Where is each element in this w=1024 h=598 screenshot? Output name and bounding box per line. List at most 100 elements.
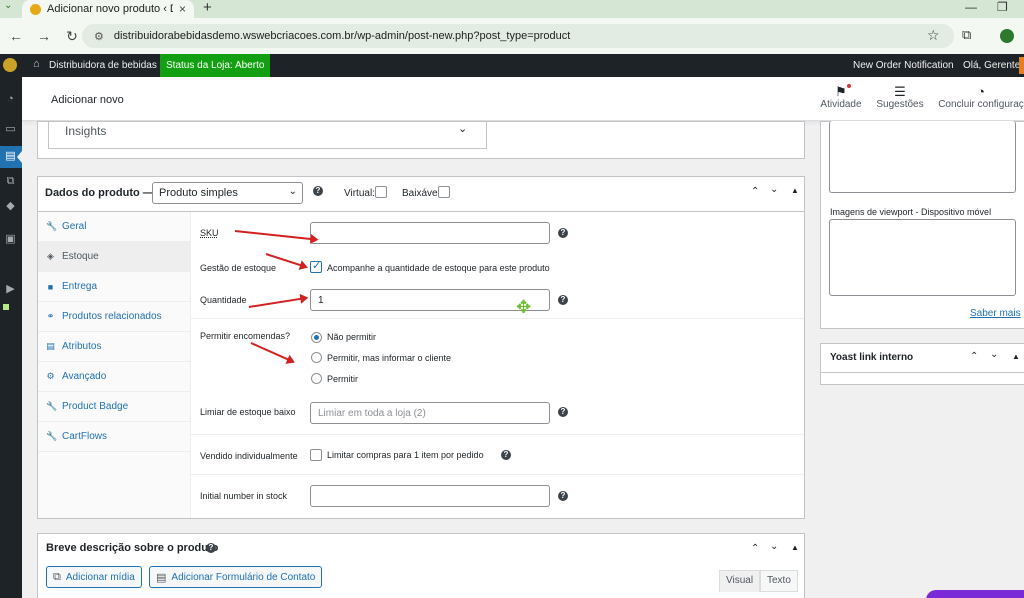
admin-bar-greeting[interactable]: Olá, Gerente [963, 60, 1020, 71]
extensions-icon[interactable]: ⧉ [962, 27, 971, 43]
add-media-label: Adicionar mídia [65, 571, 135, 583]
tab-general[interactable]: 🔧 Geral [38, 212, 191, 242]
restore-icon[interactable]: ❐ [997, 0, 1008, 14]
move-up-icon[interactable]: ⌃ [751, 543, 759, 554]
stock-management-checkbox[interactable] [310, 259, 322, 273]
play-icon[interactable]: ▶ [4, 284, 17, 295]
back-button[interactable]: ← [4, 28, 28, 44]
help-icon[interactable]: ? [558, 491, 568, 501]
new-order-notification[interactable]: New Order Notification [853, 60, 954, 71]
forward-button[interactable]: → [32, 28, 56, 44]
desktop-viewport-field[interactable] [829, 121, 1016, 193]
media-icon[interactable]: ⧉ [4, 176, 17, 187]
mobile-viewport-field[interactable] [829, 219, 1016, 296]
product-type-select[interactable]: Produto simples ⌄ [152, 182, 303, 204]
tab-visual[interactable]: Visual [719, 570, 761, 592]
minimize-icon[interactable]: — [965, 0, 977, 14]
help-icon[interactable]: ? [558, 295, 568, 305]
low-stock-input[interactable]: Limiar em toda a loja (2) [310, 402, 550, 424]
downloadable-checkbox[interactable] [438, 186, 450, 198]
help-icon[interactable]: ? [313, 186, 323, 196]
truck-icon: ■ [47, 281, 54, 292]
move-up-icon[interactable]: ⌃ [970, 351, 978, 362]
product-data-title: Dados do produto — [45, 187, 154, 199]
tab-cartflows[interactable]: 🔧 CartFlows [38, 422, 191, 452]
insights-dropdown[interactable] [48, 121, 487, 149]
admin-bar-site-name[interactable]: Distribuidora de bebidas [49, 60, 157, 71]
tab-cartflows-label: CartFlows [62, 431, 108, 442]
tab-attributes[interactable]: ▤ Atributos [38, 332, 191, 362]
site-info-icon[interactable]: ⚙ [94, 30, 104, 43]
store-status-badge[interactable]: Status da Loja: Aberto [160, 54, 271, 77]
learn-more-link[interactable]: Saber mais [970, 308, 1021, 319]
home-icon[interactable]: ⌂ [33, 58, 40, 70]
tag-icon: ◈ [47, 251, 54, 261]
add-media-button[interactable]: ⧉ Adicionar mídia [46, 566, 142, 588]
virtual-label: Virtual: [344, 188, 375, 199]
woocommerce-icon[interactable]: ▭ [4, 124, 17, 135]
help-icon[interactable]: ? [558, 228, 568, 238]
activity-button[interactable]: ⚑ Atividade [820, 84, 862, 110]
add-contact-form-label: Adicionar Formulário de Contato [171, 571, 316, 583]
suggestions-button[interactable]: ☰ Sugestões [876, 84, 924, 110]
move-down-icon[interactable]: ⌄ [770, 541, 778, 552]
progress-icon: ◔ [977, 84, 985, 99]
toggle-panel-icon[interactable]: ▲ [791, 543, 799, 552]
initial-stock-input[interactable] [310, 485, 550, 507]
tab-inventory-label: Estoque [62, 251, 99, 262]
toggle-panel-icon[interactable]: ▲ [1012, 352, 1020, 361]
bookmark-star-icon[interactable]: ☆ [927, 27, 940, 44]
chat-widget-button[interactable] [926, 590, 1024, 598]
tab-product-badge-label: Product Badge [62, 401, 129, 412]
backorder-allow-radio[interactable] [311, 373, 322, 384]
backorder-no-radio[interactable] [311, 332, 322, 343]
form-icon: ▤ [156, 571, 167, 584]
quantity-input[interactable]: 1 [310, 289, 550, 311]
tab-inventory[interactable]: ◈ Estoque [38, 242, 191, 272]
profile-avatar[interactable] [1000, 29, 1014, 43]
tab-advanced[interactable]: ⚙ Avançado [38, 362, 191, 392]
address-bar[interactable]: ⚙ distribuidorabebidasdemo.wsweb​criacoe… [82, 24, 954, 48]
user-avatar[interactable] [1019, 57, 1024, 74]
move-up-icon[interactable]: ⌃ [751, 186, 759, 197]
tab-close-icon[interactable]: × [179, 2, 186, 16]
wp-logo-icon[interactable] [3, 58, 17, 72]
chevron-down-icon: ⌄ [288, 186, 297, 197]
help-icon[interactable]: ? [501, 450, 511, 460]
finish-setup-button[interactable]: ◔ Concluir configuraç [938, 84, 1024, 110]
toggle-panel-icon[interactable]: ▲ [791, 186, 799, 195]
tab-linked-products[interactable]: ⚭ Produtos relacionados [38, 302, 191, 332]
tab-shipping[interactable]: ■ Entrega [38, 272, 191, 302]
tab-search-icon[interactable]: ⌄ [4, 0, 12, 11]
tab-shipping-label: Entrega [62, 281, 98, 292]
help-icon[interactable]: ? [558, 407, 568, 417]
notification-dot [847, 84, 851, 88]
chevron-down-icon[interactable]: ⌄ [458, 122, 467, 135]
url-text: distribuidorabebidasdemo.wsweb​criacoes.… [113, 30, 571, 42]
move-down-icon[interactable]: ⌄ [990, 349, 998, 360]
reload-button[interactable]: ↻ [60, 28, 84, 45]
sku-input[interactable] [310, 222, 550, 244]
browser-tab[interactable]: Adicionar novo produto ‹ Distri × [22, 0, 194, 18]
stock-management-label: Gestão de estoque [200, 263, 277, 273]
tab-advanced-label: Avançado [62, 371, 107, 382]
add-contact-form-button[interactable]: ▤ Adicionar Formulário de Contato [149, 566, 323, 588]
dashboard-icon[interactable]: ◔ [4, 94, 17, 105]
backorder-notify-radio[interactable] [311, 352, 322, 363]
products-icon[interactable]: ▤ [4, 151, 17, 162]
tab-text[interactable]: Texto [760, 570, 798, 592]
help-icon[interactable]: ? [206, 543, 216, 553]
page-title: Adicionar novo [51, 94, 124, 106]
analytics-icon[interactable]: ▣ [4, 234, 17, 245]
move-down-icon[interactable]: ⌄ [770, 184, 778, 195]
move-cursor-icon: ✥ [516, 297, 532, 317]
virtual-checkbox[interactable] [375, 186, 387, 198]
media-icon: ⧉ [53, 570, 61, 583]
quantity-label: Quantidade [200, 295, 247, 305]
table-icon: ▤ [46, 341, 55, 351]
sold-individually-checkbox[interactable] [310, 449, 322, 461]
gear-icon: ⚙ [46, 371, 55, 381]
new-tab-button[interactable]: + [203, 0, 212, 16]
tab-product-badge[interactable]: 🔧 Product Badge [38, 392, 191, 422]
marketing-icon[interactable]: ◆ [4, 201, 17, 212]
